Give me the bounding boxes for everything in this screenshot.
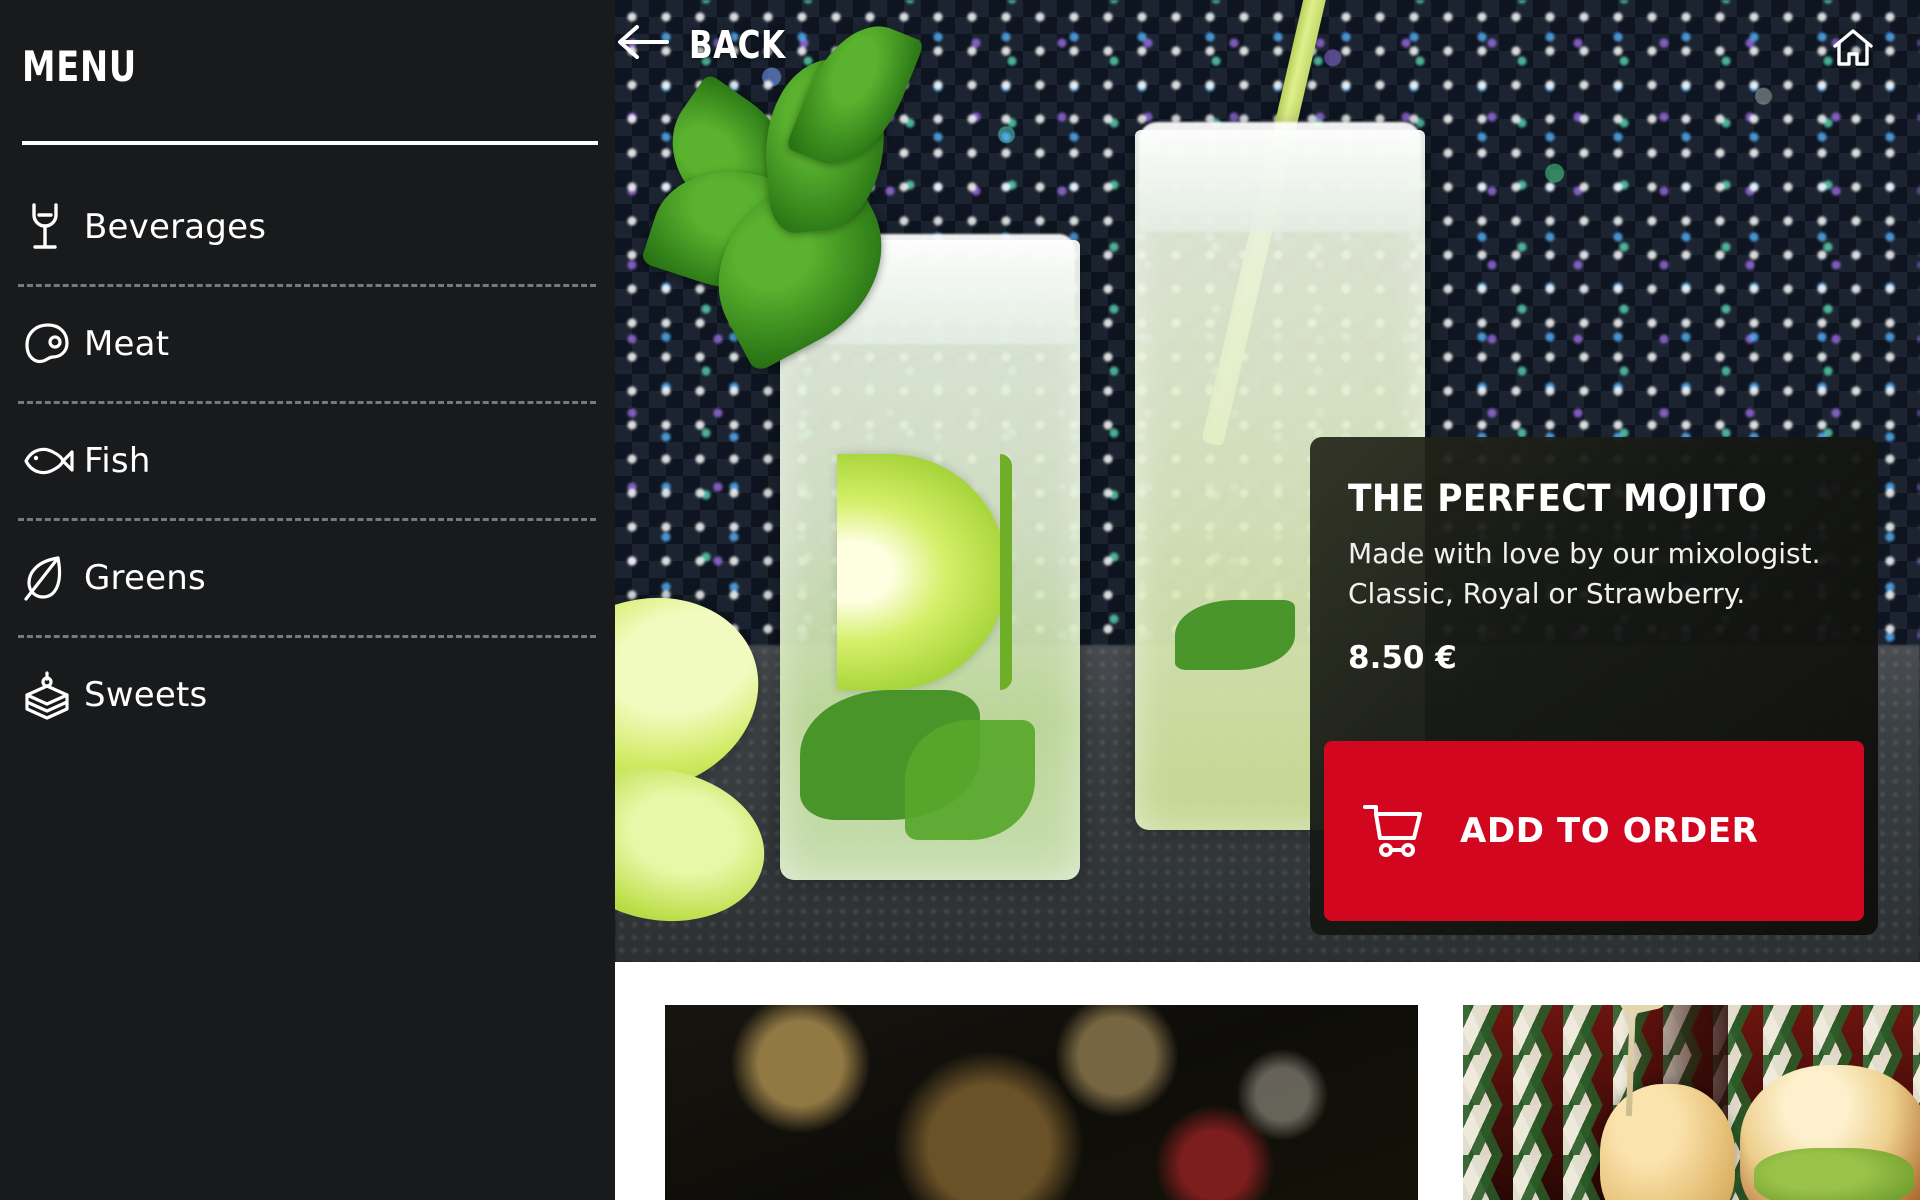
page-title: MENU <box>22 42 137 91</box>
bun-front <box>1600 1084 1736 1200</box>
product-description-line2: Classic, Royal or Strawberry. <box>1348 576 1746 610</box>
steak-icon <box>22 321 84 367</box>
sidebar-item-meat[interactable]: Meat <box>0 287 615 401</box>
related-items-strip <box>615 962 1920 1200</box>
sidebar-item-sweets[interactable]: Sweets <box>0 638 615 752</box>
wine-glass-icon <box>22 201 84 253</box>
sidebar-item-label: Meat <box>84 324 170 364</box>
home-button[interactable] <box>1831 26 1875 75</box>
mint-in-glass-back <box>1175 600 1295 670</box>
product-description: Made with love by our mixologist. Classi… <box>1348 534 1840 614</box>
back-button[interactable]: BACK <box>615 22 807 67</box>
bar-bottles-thumbnail[interactable] <box>665 1005 1418 1200</box>
sidebar-item-greens[interactable]: Greens <box>0 521 615 635</box>
cake-slice-icon <box>22 670 84 720</box>
sidebar-item-label: Sweets <box>84 675 208 715</box>
sidebar-item-label: Greens <box>84 558 206 598</box>
home-icon <box>1833 29 1873 66</box>
kiosk-screen: MENU Beverages Meat Fish Greens Sweets B… <box>0 0 1920 1200</box>
pineapple-slider-thumbnail[interactable] <box>1463 1005 1920 1200</box>
garnish-greens <box>1754 1148 1914 1200</box>
sidebar-item-label: Fish <box>84 441 151 481</box>
title-divider <box>22 141 598 145</box>
fish-icon <box>22 444 84 478</box>
category-nav: Beverages Meat Fish Greens Sweets <box>0 170 615 752</box>
product-description-line1: Made with love by our mixologist. <box>1348 537 1821 570</box>
crushed-ice-back <box>1139 122 1421 232</box>
shopping-cart-icon <box>1362 802 1426 861</box>
product-info-card: THE PERFECT MOJITO Made with love by our… <box>1310 437 1878 935</box>
sidebar-item-label: Beverages <box>84 207 267 247</box>
hero-topbar: BACK <box>615 0 1920 100</box>
product-price: 8.50 € <box>1348 639 1457 676</box>
back-button-label: BACK <box>689 22 786 67</box>
product-title: THE PERFECT MOJITO <box>1348 477 1768 520</box>
add-to-order-label: ADD TO ORDER <box>1460 811 1759 851</box>
muddled-mint-front-2 <box>905 720 1035 840</box>
sidebar-item-fish[interactable]: Fish <box>0 404 615 518</box>
leaf-icon <box>22 553 84 603</box>
sidebar-item-beverages[interactable]: Beverages <box>0 170 615 284</box>
sidebar: MENU Beverages Meat Fish Greens Sweets <box>0 0 615 1200</box>
add-to-order-button[interactable]: ADD TO ORDER <box>1324 741 1864 921</box>
arrow-left-icon <box>615 22 671 67</box>
